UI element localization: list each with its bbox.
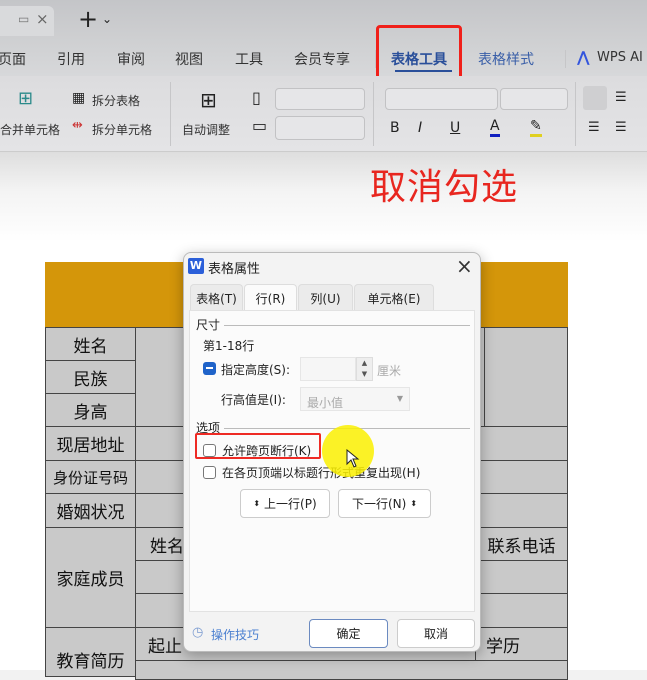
wps-writer-icon: W [188, 258, 204, 274]
tab-cell[interactable]: 单元格(E) [354, 284, 434, 311]
annotation-text: 取消勾选 [370, 167, 519, 208]
play-icon: ◷ [192, 625, 204, 640]
close-icon[interactable]: × [456, 254, 473, 278]
menu-member[interactable]: 会员专享 [294, 49, 350, 69]
tab-table[interactable]: 表格(T) [190, 284, 243, 311]
split-cells-icon: ⇹ [72, 118, 83, 133]
height-input[interactable] [275, 116, 365, 140]
split-cells-button[interactable]: 拆分单元格 [92, 121, 152, 138]
label-name: 姓名 [45, 327, 136, 361]
bold-button[interactable]: B [390, 120, 400, 136]
menu-table-style[interactable]: 表格样式 [478, 49, 534, 69]
unit-select[interactable]: 厘米 [377, 362, 401, 379]
ok-button[interactable]: 确定 [309, 619, 388, 648]
row-height-is-label: 行高值是(I): [221, 393, 286, 407]
next-row-button[interactable]: 下一行(N) ⬍ [338, 489, 431, 518]
italic-button[interactable]: I [418, 120, 422, 136]
tab-column[interactable]: 列(U) [298, 284, 353, 311]
highlight-box [376, 25, 462, 83]
underline-button[interactable]: U [450, 120, 460, 136]
option-highlight-box [195, 433, 321, 459]
previous-row-button[interactable]: ⬍ 上一行(P) [240, 489, 330, 518]
tab-row[interactable]: 行(R) [244, 284, 297, 311]
wps-ai-icon: ⋀ [577, 48, 590, 66]
label-family: 家庭成员 [45, 527, 136, 628]
label-height: 身高 [45, 393, 136, 427]
phone-header: 联系电话 [475, 527, 568, 561]
monitor-icon: ▭ [18, 12, 30, 26]
document-tab[interactable]: ▭ × [0, 6, 54, 36]
menu-review[interactable]: 审阅 [117, 49, 145, 69]
menu-wps-ai[interactable]: WPS AI [597, 50, 643, 65]
row-height-type-select[interactable]: 最小值 ▼ [300, 387, 410, 411]
height-spinner[interactable]: ▲ ▼ [356, 357, 373, 381]
merge-cells-icon: ⊞ [18, 88, 34, 109]
label-id-number: 身份证号码 [45, 460, 136, 494]
rows-range-label: 第1-18行 [203, 339, 255, 353]
menu-view[interactable]: 视图 [175, 49, 203, 69]
menu-bar: 页面 引用 审阅 视图 工具 会员专享 表格工具 表格样式 ⋀ WPS AI [0, 42, 647, 76]
font-size-select[interactable] [500, 88, 568, 110]
align-top-button[interactable] [583, 86, 607, 110]
column-width-icon: ▯ [252, 88, 261, 107]
dialog-title: 表格属性 [208, 262, 261, 277]
menu-tools[interactable]: 工具 [235, 49, 263, 69]
height-input[interactable] [300, 357, 356, 381]
specify-height-label: 指定高度(S): [221, 363, 291, 377]
label-marital: 婚姻状况 [45, 493, 136, 528]
font-color-button[interactable]: A [490, 118, 500, 137]
label-ethnicity: 民族 [45, 360, 136, 394]
label-address: 现居地址 [45, 426, 136, 461]
specify-height-checkbox[interactable] [203, 362, 216, 375]
menu-references[interactable]: 引用 [57, 49, 85, 69]
tips-link[interactable]: 操作技巧 [211, 626, 259, 643]
tab-dropdown-icon[interactable]: ⌄ [102, 12, 112, 26]
align-center-icon[interactable]: ☰ [615, 120, 627, 135]
repeat-header-label[interactable]: 在各页顶端以标题行形式重复出现(H) [222, 464, 420, 481]
auto-fit-button[interactable]: 自动调整 [182, 121, 230, 138]
new-tab-button[interactable]: + [78, 5, 98, 33]
split-table-icon: ▦ [72, 90, 86, 106]
highlight-icon[interactable]: ✎ [530, 118, 542, 137]
close-tab-icon[interactable]: × [36, 10, 49, 28]
mouse-cursor-icon [346, 449, 360, 468]
width-input[interactable] [275, 88, 365, 110]
split-table-button[interactable]: 拆分表格 [92, 92, 140, 109]
menu-page[interactable]: 页面 [0, 49, 26, 69]
row-height-icon: ▭ [252, 116, 268, 135]
cancel-button[interactable]: 取消 [397, 619, 475, 648]
tab-bar: ▭ × + ⌄ [0, 0, 647, 42]
repeat-header-checkbox[interactable] [203, 466, 216, 479]
auto-fit-icon: ⊞ [200, 88, 217, 112]
align-left-icon[interactable]: ☰ [588, 120, 600, 135]
size-section-label: 尺寸 [196, 318, 221, 332]
merge-cells-button[interactable]: 合并单元格 [0, 121, 60, 138]
font-name-select[interactable] [385, 88, 498, 110]
align-middle-icon[interactable]: ☰ [615, 90, 627, 105]
ribbon: ⊞ 合并单元格 ▦ 拆分表格 ⇹ 拆分单元格 ⊞ 自动调整 ▯ ▭ B I U … [0, 76, 647, 152]
education-header: 学历 [475, 627, 568, 661]
